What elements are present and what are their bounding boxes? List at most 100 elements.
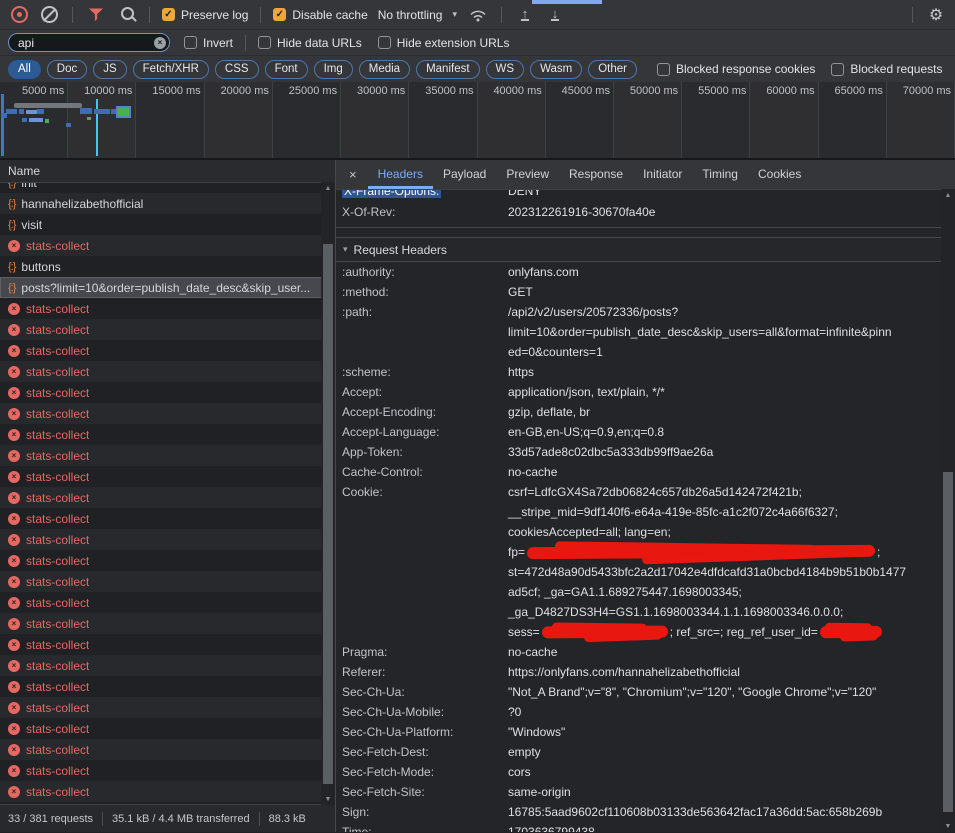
tab-payload[interactable]: Payload <box>433 160 496 189</box>
type-filter-font[interactable]: Font <box>265 60 308 79</box>
request-row[interactable]: ×stats-collect <box>0 235 335 256</box>
checkbox-unchecked[interactable] <box>258 36 271 49</box>
request-row[interactable]: {:}posts?limit=10&order=publish_date_des… <box>0 277 335 298</box>
request-row[interactable]: ×stats-collect <box>0 298 335 319</box>
checkbox-unchecked[interactable] <box>831 63 844 76</box>
request-row[interactable]: ×stats-collect <box>0 718 335 739</box>
request-row[interactable]: {:}hannahelizabethofficial <box>0 193 335 214</box>
request-row[interactable]: ×stats-collect <box>0 697 335 718</box>
tab-initiator[interactable]: Initiator <box>633 160 692 189</box>
request-row[interactable]: ×stats-collect <box>0 319 335 340</box>
request-row[interactable]: ×stats-collect <box>0 445 335 466</box>
tab-timing[interactable]: Timing <box>692 160 748 189</box>
request-row[interactable]: ×stats-collect <box>0 781 335 802</box>
request-row[interactable]: {:}init <box>0 183 335 193</box>
search-button[interactable] <box>115 4 137 26</box>
network-conditions-button[interactable] <box>467 4 489 26</box>
clear-filter-icon[interactable]: × <box>154 37 166 49</box>
tab-headers[interactable]: Headers <box>368 160 433 189</box>
tab-cookies[interactable]: Cookies <box>748 160 811 189</box>
request-row[interactable]: ×stats-collect <box>0 487 335 508</box>
request-row[interactable]: ×stats-collect <box>0 634 335 655</box>
request-row[interactable]: ×stats-collect <box>0 382 335 403</box>
type-filter-css[interactable]: CSS <box>215 60 259 79</box>
scrollbar-track[interactable] <box>941 201 955 820</box>
request-row[interactable]: {:}buttons <box>0 256 335 277</box>
header-value-text: ; ref_src=; reg_ref_user_id= <box>670 625 818 639</box>
tab-preview[interactable]: Preview <box>496 160 559 189</box>
request-row[interactable]: ×stats-collect <box>0 739 335 760</box>
import-har-button[interactable]: ↑ <box>514 4 536 26</box>
request-row[interactable]: ×stats-collect <box>0 613 335 634</box>
overview-column: 30000 ms <box>341 82 409 158</box>
request-row[interactable]: ×stats-collect <box>0 676 335 697</box>
request-row[interactable]: ×stats-collect <box>0 508 335 529</box>
request-list-scrollbar[interactable]: ▲ ▼ <box>321 182 335 805</box>
scrollbar-thumb[interactable] <box>323 244 333 784</box>
tab-response[interactable]: Response <box>559 160 633 189</box>
network-overview-timeline[interactable]: 5000 ms10000 ms15000 ms20000 ms25000 ms3… <box>0 82 955 160</box>
checkbox-unchecked[interactable] <box>184 36 197 49</box>
type-filter-js[interactable]: JS <box>93 60 126 79</box>
clear-button[interactable] <box>38 4 60 26</box>
hide-data-urls-toggle[interactable]: Hide data URLs <box>258 36 362 50</box>
scrollbar-track[interactable] <box>321 194 335 793</box>
invert-filter-toggle[interactable]: Invert <box>184 36 233 50</box>
filter-toggle-button[interactable] <box>85 4 107 26</box>
request-row[interactable]: ×stats-collect <box>0 361 335 382</box>
overview-resource-bar <box>66 123 71 127</box>
request-row[interactable]: ×stats-collect <box>0 529 335 550</box>
type-filter-all[interactable]: All <box>8 60 41 79</box>
request-row[interactable]: ×stats-collect <box>0 760 335 781</box>
export-har-button[interactable]: ↓ <box>544 4 566 26</box>
header-name: Sec-Ch-Ua-Platform: <box>342 722 508 742</box>
type-filter-wasm[interactable]: Wasm <box>530 60 582 79</box>
header-value-line: en-GB,en-US;q=0.9,en;q=0.8 <box>508 422 941 442</box>
checkbox-checked[interactable]: ✓ <box>162 8 175 21</box>
request-row[interactable]: ×stats-collect <box>0 340 335 361</box>
request-row[interactable]: {:}visit <box>0 214 335 235</box>
overview-selection-handle[interactable] <box>1 94 4 156</box>
request-row[interactable]: ×stats-collect <box>0 466 335 487</box>
request-row[interactable]: ×stats-collect <box>0 403 335 424</box>
type-filter-manifest[interactable]: Manifest <box>416 60 479 79</box>
type-filter-ws[interactable]: WS <box>486 60 525 79</box>
checkbox-checked[interactable]: ✓ <box>273 8 286 21</box>
hide-extension-urls-toggle[interactable]: Hide extension URLs <box>378 36 510 50</box>
advanced-filter-blocked-requests[interactable]: Blocked requests <box>831 62 942 76</box>
scrollbar-thumb[interactable] <box>943 472 953 812</box>
disable-cache-toggle[interactable]: ✓ Disable cache <box>273 8 367 22</box>
type-filter-other[interactable]: Other <box>588 60 637 79</box>
throttling-select[interactable]: No throttling ▾ <box>376 6 459 24</box>
error-icon: × <box>8 450 20 462</box>
redaction-scribble <box>820 626 882 638</box>
header-value-line: DENY <box>508 190 941 201</box>
scroll-down-icon[interactable]: ▼ <box>945 820 952 832</box>
type-filter-img[interactable]: Img <box>314 60 353 79</box>
request-row[interactable]: ×stats-collect <box>0 592 335 613</box>
scroll-up-icon[interactable]: ▲ <box>325 182 332 194</box>
advanced-filter-blocked-response-cookies[interactable]: Blocked response cookies <box>657 62 815 76</box>
json-file-icon: {:} <box>8 261 15 273</box>
preserve-log-toggle[interactable]: ✓ Preserve log <box>162 8 248 22</box>
settings-button[interactable]: ⚙ <box>925 4 947 26</box>
request-row[interactable]: ×stats-collect <box>0 550 335 571</box>
request-row[interactable]: ×stats-collect <box>0 655 335 676</box>
request-row[interactable]: ×stats-collect <box>0 571 335 592</box>
name-column-header[interactable]: Name <box>0 160 335 183</box>
filter-input[interactable] <box>8 33 170 52</box>
checkbox-unchecked[interactable] <box>378 36 391 49</box>
close-details-button[interactable]: × <box>338 167 368 182</box>
scroll-down-icon[interactable]: ▼ <box>325 793 332 805</box>
request-headers-section-header[interactable]: ▾ Request Headers <box>336 237 941 262</box>
scroll-up-icon[interactable]: ▲ <box>945 189 952 201</box>
record-button[interactable] <box>8 4 30 26</box>
checkbox-unchecked[interactable] <box>657 63 670 76</box>
request-row[interactable]: ×stats-collect <box>0 424 335 445</box>
request-list-pane: Name {:}init{:}hannahelizabethofficial{:… <box>0 160 335 832</box>
type-filter-fetch-xhr[interactable]: Fetch/XHR <box>133 60 209 79</box>
type-filter-media[interactable]: Media <box>359 60 410 79</box>
type-filter-doc[interactable]: Doc <box>47 60 87 79</box>
details-scrollbar[interactable]: ▲ ▼ <box>941 189 955 832</box>
selected-header-name: X-Frame-Options: <box>342 190 441 198</box>
